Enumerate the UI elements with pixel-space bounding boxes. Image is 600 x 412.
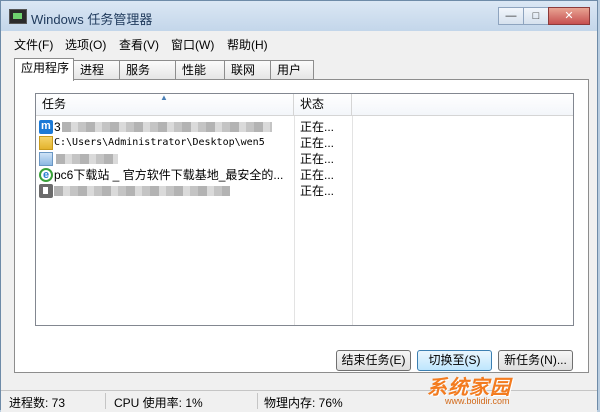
status-divider (257, 393, 258, 409)
task-row[interactable]: 正在... (36, 151, 573, 167)
task-status: 正在... (300, 184, 335, 198)
task-manager-icon (9, 9, 27, 24)
switch-to-button[interactable]: 切换至(S) (417, 350, 492, 371)
column-header-empty (352, 94, 573, 116)
menu-help[interactable]: 帮助(H) (227, 36, 268, 53)
task-status: 正在... (300, 152, 335, 166)
task-row[interactable]: pc6下载站 _ 官方软件下载基地_最安全的... 正在... (36, 167, 573, 183)
column-header-status[interactable]: 状态 (294, 94, 352, 116)
title-bar[interactable]: Windows 任务管理器 — □ ✕ (1, 1, 597, 31)
menu-window[interactable]: 窗口(W) (171, 36, 214, 53)
folder-icon (39, 152, 53, 166)
close-button[interactable]: ✕ (548, 7, 590, 25)
menu-file[interactable]: 文件(F) (14, 36, 53, 53)
tab-services[interactable]: 服务 (119, 60, 176, 80)
applications-panel: 任务 ▲ 状态 3 正在... C:\Users\Administrator\D… (14, 79, 589, 373)
task-row[interactable]: 正在... (36, 183, 573, 199)
cpu-usage: CPU 使用率: 1% (114, 396, 203, 410)
task-manager-window: Windows 任务管理器 — □ ✕ 文件(F) 选项(O) 查看(V) 窗口… (0, 0, 598, 412)
task-row[interactable]: 3 正在... (36, 118, 573, 135)
menu-options[interactable]: 选项(O) (65, 36, 106, 53)
status-divider (105, 393, 106, 409)
minimize-button[interactable]: — (498, 7, 524, 25)
tab-performance[interactable]: 性能 (175, 60, 225, 80)
tab-processes[interactable]: 进程 (73, 60, 120, 80)
maximize-button[interactable]: □ (523, 7, 549, 25)
physical-memory: 物理内存: 76% (264, 396, 343, 410)
process-count: 进程数: 73 (9, 396, 66, 410)
task-row[interactable]: C:\Users\Administrator\Desktop\wen5 正在..… (36, 135, 573, 151)
tab-applications[interactable]: 应用程序 (14, 58, 74, 81)
task-list[interactable]: 任务 ▲ 状态 3 正在... C:\Users\Administrator\D… (35, 93, 574, 326)
window-title: Windows 任务管理器 (31, 12, 153, 27)
redacted-text (56, 154, 118, 164)
task-name: 3 (54, 120, 61, 134)
tab-users[interactable]: 用户 (270, 60, 314, 80)
pen-icon (39, 184, 53, 198)
task-name: C:\Users\Administrator\Desktop\wen5 (54, 137, 265, 148)
task-status: 正在... (300, 168, 335, 182)
folder-icon (39, 136, 53, 150)
tab-networking[interactable]: 联网 (224, 60, 271, 80)
menu-bar: 文件(F) 选项(O) 查看(V) 窗口(W) 帮助(H) (1, 33, 597, 53)
task-status: 正在... (300, 136, 335, 150)
redacted-text (54, 186, 230, 196)
menu-view[interactable]: 查看(V) (119, 36, 159, 53)
redacted-text (62, 122, 272, 132)
end-task-button[interactable]: 结束任务(E) (336, 350, 411, 371)
task-status: 正在... (300, 120, 335, 134)
ie-icon (39, 167, 53, 183)
m-app-icon (39, 118, 53, 134)
new-task-button[interactable]: 新任务(N)... (498, 350, 573, 371)
task-name: pc6下载站 _ 官方软件下载基地_最安全的... (54, 168, 284, 182)
sort-arrow-icon: ▲ (160, 93, 168, 102)
watermark-url: www.bolidir.com (445, 396, 510, 406)
